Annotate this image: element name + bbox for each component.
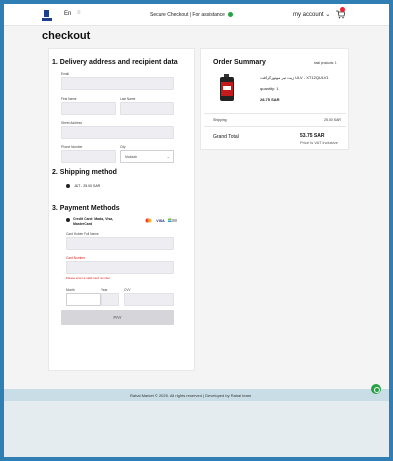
month-field[interactable] [66,293,101,306]
mastercard-icon [145,218,152,223]
product-price: 28.75 SAR [260,97,280,102]
grand-total-label: Grand Total [213,134,239,140]
cart-badge [340,7,345,12]
total-products-count: total products: 1 [314,61,337,65]
cvv-label: CVV [124,288,131,292]
language-switch[interactable]: En [64,11,71,17]
grand-total-value: 53.75 SAR [300,133,325,139]
order-summary-title: Order Summary [213,59,266,66]
whatsapp-chat-icon[interactable] [371,384,381,394]
last-name-label: Last Name [120,97,136,101]
page-frame: En ≡ Secure Checkout | For assistance my… [4,4,389,457]
summary-divider [204,126,346,127]
payment-section-title: 3. Payment Methods [52,205,120,212]
shipping-section-title: 2. Shipping method [52,169,117,176]
summary-divider [204,113,346,114]
first-name-field[interactable] [61,102,116,115]
phone-field[interactable] [61,150,116,163]
card-number-field[interactable] [66,261,174,274]
month-label: Month [66,288,75,292]
visa-icon: VISA [156,218,165,223]
svg-text:VISA: VISA [156,219,165,223]
footer-copyright: Rahal Market © 2025. All rights reserved… [130,393,252,398]
vat-note: Price is VAT inclusive [300,140,338,145]
phone-label: Phone Number [61,145,83,149]
account-menu[interactable]: my account ⌄ [293,11,330,18]
last-name-field[interactable] [120,102,174,115]
shipping-cost-label: Shipping [213,118,227,122]
payment-radio[interactable] [66,218,70,222]
email-field[interactable] [61,77,174,90]
card-holder-field[interactable] [66,237,174,250]
street-label: Street Address [61,121,82,125]
payment-option-label: Credit Card: Mada, Visa, MasterCard [73,217,114,226]
chevron-down-icon: ⌄ [325,12,331,18]
secure-checkout-text: Secure Checkout | For assistance [150,12,234,18]
card-number-label: Card Number [66,256,86,260]
shipping-option-label: J&T - 25.00 SAR [74,184,101,188]
product-name: زيت تير موتوركرافت ULV - XT12QULV1 [260,75,329,80]
shipping-radio[interactable] [66,184,70,188]
store-logo-icon[interactable] [42,10,52,22]
city-label: City [120,145,126,149]
year-label: Year [101,288,108,292]
card-holder-label: Card Holder Full Name [66,232,99,236]
cvv-field[interactable] [124,293,174,306]
city-select[interactable]: Makkah ⌄ [120,150,174,163]
page-title: checkout [42,30,91,42]
top-header: En ≡ Secure Checkout | For assistance my… [4,4,389,26]
shipping-cost-value: 25.00 SAR [324,118,341,122]
street-field[interactable] [61,126,174,139]
delivery-section-title: 1. Delivery address and recipient data [52,59,178,66]
year-field[interactable] [101,293,119,306]
language-separator: ≡ [77,10,81,16]
account-menu-label: my account [293,12,324,18]
chevron-down-icon: ⌄ [166,154,170,159]
email-label: Email [61,72,69,76]
first-name-label: First Name [61,97,77,101]
whatsapp-icon[interactable] [228,12,234,17]
product-image[interactable] [218,74,236,102]
secure-checkout-label: Secure Checkout | For assistance [150,12,225,18]
page-bottom-area [4,401,389,457]
mada-icon [168,218,177,222]
city-select-value: Makkah [125,155,138,159]
card-number-error: Please enter a valid card number [66,276,111,280]
product-quantity: quantity: 1 [260,86,279,91]
pay-button[interactable]: PAY [61,310,174,325]
